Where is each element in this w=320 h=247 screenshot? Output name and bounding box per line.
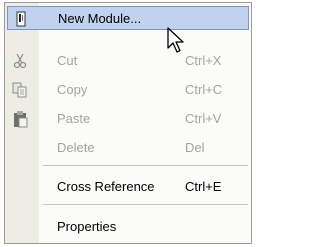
menu-item-label: Delete: [57, 140, 95, 155]
menu-item-properties[interactable]: Properties: [7, 215, 249, 239]
menu-separator: [43, 204, 248, 205]
menu-separator: [43, 165, 248, 166]
scissors-icon: [13, 53, 27, 69]
menu-item-label: New Module...: [58, 11, 142, 26]
menu-item-cross-reference[interactable]: Cross Reference Ctrl+E: [7, 175, 249, 199]
copy-icon: [12, 82, 27, 98]
menu-item-shortcut: Ctrl+V: [185, 111, 222, 126]
menu-item-label: Cross Reference: [57, 179, 155, 194]
menu-item-label: Paste: [57, 111, 91, 126]
menu-item-label: Cut: [57, 53, 78, 68]
menu-item-shortcut: Del: [185, 140, 205, 155]
menu-item-label: Copy: [57, 82, 88, 97]
menu-item-shortcut: Ctrl+X: [185, 53, 222, 68]
menu-item-delete[interactable]: Delete Del: [7, 136, 249, 160]
menu-item-shortcut: Ctrl+E: [185, 179, 222, 194]
menu-item-label: Properties: [57, 219, 117, 234]
menu-item-shortcut: Ctrl+C: [185, 82, 223, 97]
clipboard-icon: [14, 111, 28, 128]
menu-item-copy[interactable]: Copy Ctrl+C: [7, 78, 249, 102]
arrow-cursor-icon: [167, 27, 184, 53]
menu-item-new-module[interactable]: New Module...: [7, 6, 249, 30]
menu-item-paste[interactable]: Paste Ctrl+V: [7, 107, 249, 131]
menu-item-cut[interactable]: Cut Ctrl+X: [7, 49, 249, 73]
module-icon: [16, 11, 26, 27]
context-menu: New Module... Cut Ctrl+X Copy Ctrl+C Pas…: [4, 2, 252, 244]
